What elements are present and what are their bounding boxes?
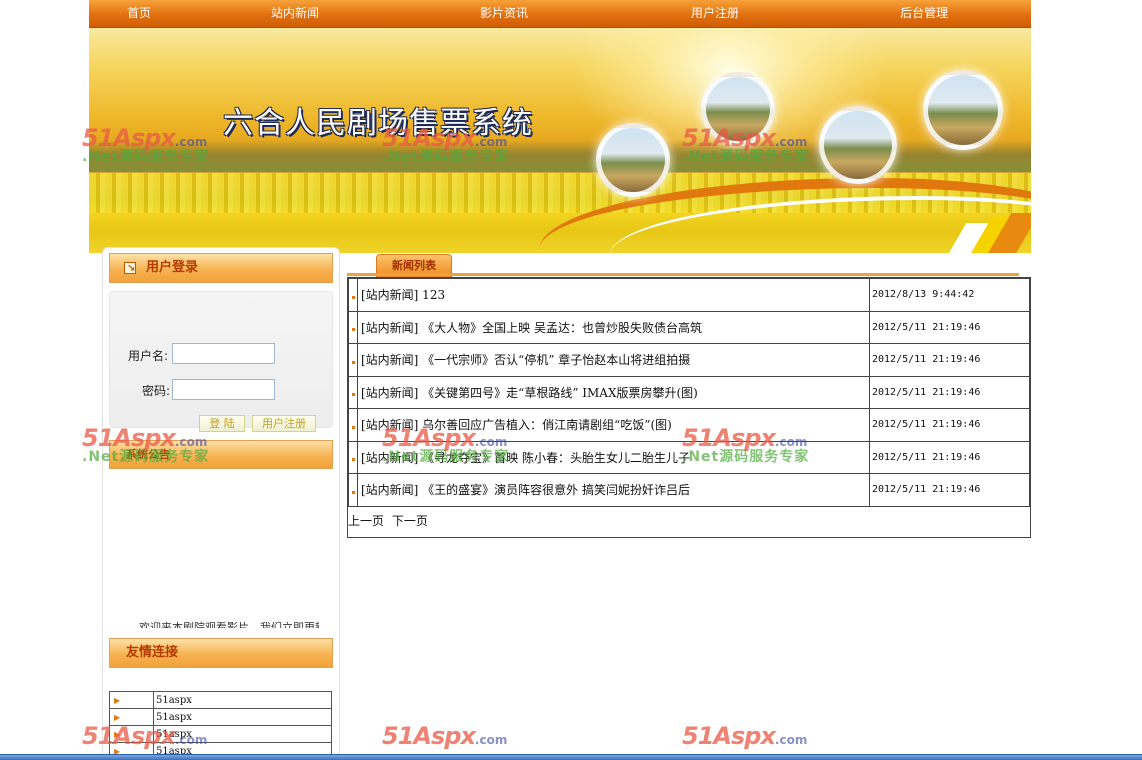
- tab-underline: [347, 273, 1019, 276]
- pager: 上一页 下一页: [348, 512, 432, 529]
- table-row: [站内新闻] 《大人物》全国上映 吴孟达：也曾炒股失败债台高筑 2012/5/11…: [348, 310, 1030, 344]
- friend-link[interactable]: 51aspx: [153, 725, 332, 743]
- left-sidebar: ↘ 用户登录 用户名: 密码: 登 陆 用户注册 系统公告 欢迎来本剧院观看影片…: [102, 247, 340, 760]
- bullet-icon: [348, 343, 358, 377]
- notice-panel-title: 系统公告: [126, 448, 170, 461]
- news-date: 2012/5/11 21:19:46: [869, 310, 1030, 344]
- nav-admin[interactable]: 后台管理: [900, 0, 948, 27]
- username-label: 用户名:: [128, 349, 169, 363]
- news-date: 2012/5/11 21:19:46: [869, 343, 1030, 377]
- watermark-suffix: .com: [474, 733, 508, 747]
- news-date: 2012/5/11 21:19:46: [869, 440, 1030, 474]
- news-title-link[interactable]: [站内新闻] 《寻龙夺宝》首映 陈小春：头胎生女儿二胎生儿子: [357, 440, 870, 474]
- news-table: [站内新闻] 123 2012/8/13 9:44:42 [站内新闻] 《大人物》…: [348, 278, 1030, 507]
- friend-links-table: ▶ 51aspx ▶ 51aspx ▶ 51aspx ▶ 51aspx: [109, 691, 332, 760]
- news-list: [站内新闻] 123 2012/8/13 9:44:42 [站内新闻] 《大人物》…: [347, 277, 1031, 538]
- top-nav: 首页 站内新闻 影片资讯 用户注册 后台管理: [89, 0, 1031, 28]
- news-title-link[interactable]: [站内新闻] 《王的盛宴》演员阵容很意外 搞笑闫妮扮奸诈吕后: [357, 473, 870, 507]
- bullet-icon: [348, 278, 358, 312]
- arrow-right-icon: ▶: [109, 691, 154, 709]
- watermark-brand: 51Aspx: [682, 722, 776, 750]
- links-panel-title: 友情连接: [126, 645, 179, 660]
- username-input[interactable]: [172, 343, 275, 364]
- table-row: [站内新闻] 乌尔善回应广告植入：俏江南请剧组“吃饭”(图) 2012/5/11 …: [348, 408, 1030, 442]
- nav-home[interactable]: 首页: [127, 0, 151, 27]
- list-item[interactable]: ▶ 51aspx: [109, 708, 332, 726]
- notice-panel-header: 系统公告: [109, 440, 333, 469]
- watermark-suffix: .com: [774, 733, 808, 747]
- watermark: 51Aspx.com: [382, 722, 507, 750]
- login-panel-title: 用户登录: [146, 260, 199, 275]
- register-button[interactable]: 用户注册: [252, 415, 316, 432]
- news-title-link[interactable]: [站内新闻] 《大人物》全国上映 吴孟达：也曾炒股失败债台高筑: [357, 310, 870, 344]
- arrow-box-icon: ↘: [124, 262, 136, 274]
- list-item[interactable]: ▶ 51aspx: [109, 691, 332, 709]
- news-title-link[interactable]: [站内新闻] 《关键第四号》走“草根路线” IMAX版票房攀升(图): [357, 375, 870, 409]
- bullet-icon: [348, 408, 358, 442]
- notice-marquee-text: 欢迎来本剧院观看影片，我们立即更新: [139, 621, 319, 628]
- news-title-link[interactable]: [站内新闻] 乌尔善回应广告植入：俏江南请剧组“吃饭”(图): [357, 408, 870, 442]
- bullet-icon: [348, 440, 358, 474]
- table-row: [站内新闻] 《一代宗师》否认“停机” 章子怡赵本山将进组拍摄 2012/5/11…: [348, 343, 1030, 377]
- password-label: 密码:: [142, 384, 171, 398]
- bullet-icon: [348, 473, 358, 507]
- arrow-right-icon: ▶: [109, 708, 154, 726]
- arrow-right-icon: ▶: [109, 725, 154, 743]
- banner-photo-circle: [701, 72, 775, 146]
- nav-user-register[interactable]: 用户注册: [691, 0, 739, 27]
- list-item[interactable]: ▶ 51aspx: [109, 725, 332, 743]
- banner-photo-circle: [819, 106, 897, 184]
- table-row: [站内新闻] 123 2012/8/13 9:44:42: [348, 278, 1030, 312]
- nav-movie-info[interactable]: 影片资讯: [480, 0, 528, 27]
- login-form: 用户名: 密码: 登 陆 用户注册: [109, 291, 333, 432]
- news-date: 2012/5/11 21:19:46: [869, 408, 1030, 442]
- watermark-brand: 51Aspx: [382, 722, 476, 750]
- bullet-icon: [348, 375, 358, 409]
- links-panel-header: 友情连接: [109, 638, 333, 668]
- login-button[interactable]: 登 陆: [199, 415, 245, 432]
- friend-link[interactable]: 51aspx: [153, 691, 332, 709]
- watermark: 51Aspx.com: [682, 722, 807, 750]
- table-row: [站内新闻] 《寻龙夺宝》首映 陈小春：头胎生女儿二胎生儿子 2012/5/11 …: [348, 440, 1030, 474]
- banner-photo-circle: [596, 123, 670, 197]
- table-row: [站内新闻] 《王的盛宴》演员阵容很意外 搞笑闫妮扮奸诈吕后 2012/5/11 …: [348, 473, 1030, 507]
- password-input[interactable]: [172, 379, 275, 400]
- site-title: 六合人民剧场售票系统: [223, 106, 533, 141]
- header-banner: 六合人民剧场售票系统: [89, 28, 1031, 253]
- news-title-link[interactable]: [站内新闻] 《一代宗师》否认“停机” 章子怡赵本山将进组拍摄: [357, 343, 870, 377]
- page: 首页 站内新闻 影片资讯 用户注册 后台管理 六合人民剧场售票系统 ↘ 用户登录…: [89, 0, 1031, 760]
- login-panel-header: ↘ 用户登录: [109, 253, 333, 283]
- news-date: 2012/8/13 9:44:42: [869, 278, 1030, 312]
- bullet-icon: [348, 310, 358, 344]
- prev-page-link[interactable]: 上一页: [348, 514, 384, 528]
- news-title-link[interactable]: [站内新闻] 123: [357, 278, 870, 312]
- friend-link[interactable]: 51aspx: [153, 708, 332, 726]
- os-taskbar: [0, 754, 1142, 760]
- nav-site-news[interactable]: 站内新闻: [271, 0, 319, 27]
- next-page-link[interactable]: 下一页: [392, 514, 428, 528]
- banner-photo-circle: [923, 70, 1003, 150]
- table-row: [站内新闻] 《关键第四号》走“草根路线” IMAX版票房攀升(图) 2012/5…: [348, 375, 1030, 409]
- news-date: 2012/5/11 21:19:46: [869, 375, 1030, 409]
- news-date: 2012/5/11 21:19:46: [869, 473, 1030, 507]
